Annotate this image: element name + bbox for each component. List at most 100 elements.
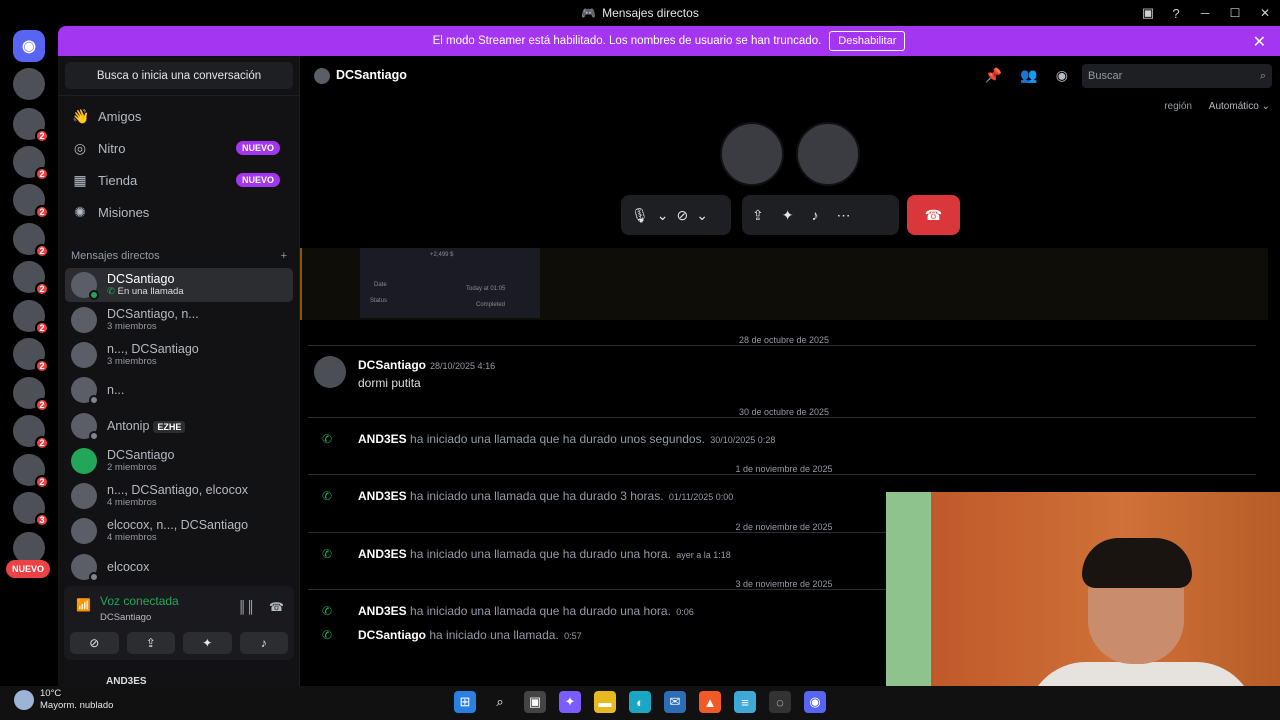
system-message: ✆ AND3ES ha iniciado una llamada que ha … bbox=[322, 604, 694, 618]
brave-icon[interactable]: ▲ bbox=[699, 691, 721, 713]
more-icon[interactable]: ⋯ bbox=[836, 207, 850, 224]
disconnect-icon[interactable]: ☎ bbox=[269, 600, 284, 614]
start-icon[interactable]: ⊞ bbox=[454, 691, 476, 713]
server-icon[interactable]: 2 bbox=[13, 108, 49, 143]
close-icon[interactable]: ✕ bbox=[1253, 32, 1266, 52]
camera-off-icon[interactable]: ⊘ bbox=[677, 207, 689, 224]
call-participant-avatar[interactable] bbox=[796, 122, 860, 186]
server-icon[interactable]: 2 bbox=[13, 184, 49, 219]
title-bar: 🎮 Mensajes directos ▣ ? ─ ☐ ✕ bbox=[0, 0, 1280, 26]
nav-friends[interactable]: 👋 Amigos bbox=[66, 101, 292, 131]
hang-up-button[interactable]: ☎ bbox=[907, 195, 960, 235]
server-icon[interactable]: 3 bbox=[13, 492, 49, 527]
chevron-down-icon[interactable]: ⌄ bbox=[657, 207, 669, 224]
search-input[interactable]: Buscar ⌕ bbox=[1082, 64, 1272, 88]
phone-icon: ✆ bbox=[322, 432, 333, 446]
weather-widget[interactable]: 10°C Mayorm. nublado bbox=[14, 688, 113, 712]
disable-streamer-button[interactable]: Deshabilitar bbox=[829, 31, 906, 51]
nitro-icon: ◎ bbox=[73, 139, 87, 156]
avatar bbox=[71, 342, 97, 368]
avatar[interactable] bbox=[314, 356, 346, 388]
voice-panel: 📶 Voz conectada DCSantiago ║║ ☎ ⊘ ⇪ ✦ ♪ bbox=[64, 586, 294, 660]
screen-share-icon[interactable]: ⇪ bbox=[752, 207, 764, 224]
friends-icon: 👋 bbox=[72, 107, 90, 124]
server-icon[interactable]: 2 bbox=[13, 223, 49, 258]
call-participant-avatar[interactable] bbox=[720, 122, 784, 186]
close-window-button[interactable]: ✕ bbox=[1250, 0, 1280, 26]
inbox-icon[interactable]: ▣ bbox=[1134, 0, 1162, 26]
dm-item[interactable]: n..., DCSantiago, elcocox 4 miembros bbox=[65, 479, 293, 513]
signal-icon[interactable]: 📶 bbox=[76, 598, 92, 614]
date-divider bbox=[308, 345, 1256, 346]
activities-button[interactable]: ✦ bbox=[183, 632, 232, 654]
phone-icon: ✆ bbox=[322, 489, 333, 503]
server-icon[interactable]: 2 bbox=[13, 146, 49, 181]
message-text: dormi putita bbox=[358, 376, 421, 390]
camera-off-button[interactable]: ⊘ bbox=[70, 632, 119, 654]
attachment-image[interactable]: +2,499 $ Date Today at 01:05 Status Comp… bbox=[360, 248, 540, 318]
home-button[interactable]: ◉ bbox=[13, 30, 45, 62]
nav-nitro[interactable]: ◎ Nitro NUEVO bbox=[66, 133, 292, 163]
edge-icon[interactable]: ◐ bbox=[629, 691, 651, 713]
dm-item[interactable]: Antonip EZHE bbox=[65, 409, 293, 443]
audio-video-controls: 🎙 ⌄ ⊘ ⌄ bbox=[621, 195, 731, 235]
file-explorer-icon[interactable]: ▬ bbox=[594, 691, 616, 713]
maximize-button[interactable]: ☐ bbox=[1220, 0, 1250, 26]
search-icon[interactable]: ⌕ bbox=[489, 691, 511, 713]
find-conversation-button[interactable]: Busca o inicia una conversación bbox=[65, 62, 293, 89]
create-dm-button[interactable]: + bbox=[281, 250, 287, 262]
chevron-down-icon[interactable]: ⌄ bbox=[696, 207, 708, 224]
server-icon[interactable]: 2 bbox=[13, 338, 49, 373]
avatar bbox=[314, 68, 330, 84]
banner-text: El modo Streamer está habilitado. Los no… bbox=[432, 35, 822, 47]
dm-item[interactable]: elcocox, n..., DCSantiago 4 miembros bbox=[65, 514, 293, 548]
discord-icon[interactable]: ◉ bbox=[804, 691, 826, 713]
help-icon[interactable]: ? bbox=[1162, 0, 1190, 26]
profile-icon[interactable]: ◉ bbox=[1056, 67, 1068, 84]
message-author[interactable]: DCSantiago 28/10/2025 4:16 bbox=[358, 358, 495, 372]
dm-item[interactable]: n..., DCSantiago 3 miembros bbox=[65, 338, 293, 372]
nav-quests[interactable]: ✺ Misiones bbox=[66, 197, 292, 227]
activities-icon[interactable]: ✦ bbox=[782, 207, 794, 224]
region-select[interactable]: Automático ⌄ bbox=[1209, 101, 1270, 112]
server-icon[interactable]: 2 bbox=[13, 300, 49, 335]
app-icon[interactable]: ◌ bbox=[769, 691, 791, 713]
server-icon[interactable]: 2 bbox=[13, 454, 49, 489]
outlook-icon[interactable]: ✉ bbox=[664, 691, 686, 713]
dm-item[interactable]: DCSantiago 2 miembros bbox=[65, 444, 293, 478]
notepad-icon[interactable]: ≡ bbox=[734, 691, 756, 713]
server-icon[interactable]: 2 bbox=[13, 415, 49, 450]
server-icon[interactable] bbox=[13, 68, 45, 100]
dm-item[interactable]: DCSantiago, n... 3 miembros bbox=[65, 303, 293, 337]
pin-icon[interactable]: 📌 bbox=[985, 67, 1002, 84]
dm-item[interactable]: elcocox bbox=[65, 550, 293, 584]
add-friend-icon[interactable]: 👥 bbox=[1020, 67, 1037, 84]
soundboard-button[interactable]: ♪ bbox=[239, 632, 288, 654]
minimize-button[interactable]: ─ bbox=[1190, 0, 1220, 26]
nav-shop[interactable]: ▦ Tienda NUEVO bbox=[66, 165, 292, 195]
shop-icon: ▦ bbox=[73, 171, 87, 188]
channel-name[interactable]: DCSantiago bbox=[336, 68, 407, 82]
date-divider bbox=[308, 474, 1256, 475]
new-pill: NUEVO bbox=[235, 141, 280, 155]
server-icon[interactable]: 2 bbox=[13, 261, 49, 296]
voice-channel[interactable]: DCSantiago bbox=[100, 612, 151, 623]
soundboard-icon[interactable]: ♪ bbox=[811, 207, 818, 223]
screen-share-button[interactable]: ⇪ bbox=[126, 632, 175, 654]
dm-header: Mensajes directos + bbox=[71, 250, 287, 262]
search-icon: ⌕ bbox=[1259, 69, 1266, 82]
call-actions: ⇪ ✦ ♪ ⋯ bbox=[742, 195, 899, 235]
microphone-icon[interactable]: 🎙 bbox=[631, 207, 649, 224]
voice-status[interactable]: Voz conectada bbox=[100, 594, 179, 608]
task-view-icon[interactable]: ▣ bbox=[524, 691, 546, 713]
cloud-icon bbox=[14, 689, 34, 710]
system-message: ✆ DCSantiago ha iniciado una llamada. 0:… bbox=[322, 628, 582, 642]
copilot-icon[interactable]: ✦ bbox=[559, 691, 581, 713]
noise-suppression-icon[interactable]: ║║ bbox=[238, 600, 255, 614]
dm-item[interactable]: n... bbox=[65, 373, 293, 407]
phone-icon: ✆ bbox=[107, 285, 118, 297]
avatar bbox=[71, 377, 99, 405]
server-icon[interactable]: 2 bbox=[13, 377, 49, 412]
dm-item[interactable]: DCSantiago ✆ En una llamada bbox=[65, 268, 293, 302]
new-badge[interactable]: NUEVO bbox=[6, 560, 50, 578]
